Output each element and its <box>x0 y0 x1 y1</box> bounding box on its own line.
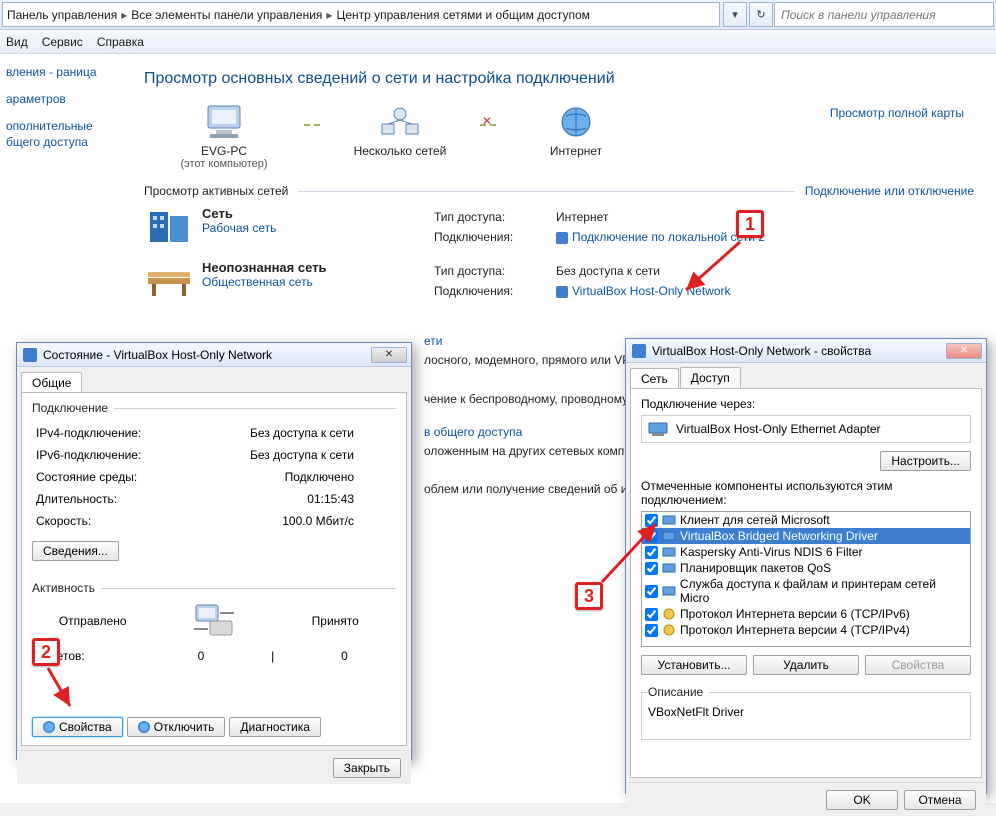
search-input[interactable]: Поиск в панели управления <box>774 2 994 27</box>
networks-icon <box>376 102 424 142</box>
component-item[interactable]: Протокол Интернета версии 4 (TCP/IPv4) <box>642 622 970 638</box>
arrow-icon <box>42 666 82 714</box>
callout-2: 2 <box>32 638 60 666</box>
component-item[interactable]: Протокол Интернета версии 6 (TCP/IPv6) <box>642 606 970 622</box>
close-button[interactable]: Закрыть <box>333 758 401 778</box>
map-multi-networks[interactable]: Несколько сетей <box>320 102 480 158</box>
close-icon[interactable]: ✕ <box>371 347 407 363</box>
nic-icon <box>556 232 568 244</box>
close-icon[interactable]: ✕ <box>946 343 982 359</box>
globe-icon <box>552 102 600 142</box>
protocol-icon <box>662 607 676 621</box>
view-full-map-link[interactable]: Просмотр полной карты <box>830 106 964 120</box>
breadcrumb-item[interactable]: Все элементы панели управления <box>131 8 322 22</box>
cancel-button[interactable]: Отмена <box>904 790 976 810</box>
callout-1: 1 <box>736 210 764 238</box>
activity-icon <box>192 603 236 639</box>
component-item[interactable]: Kaspersky Anti-Virus NDIS 6 Filter <box>642 544 970 560</box>
network-item-unidentified: Неопознанная сеть Общественная сеть Тип … <box>144 260 974 302</box>
component-label: Служба доступа к файлам и принтерам сете… <box>680 577 967 605</box>
details-button[interactable]: Сведения... <box>32 541 119 561</box>
address-bar: Панель управления ▸ Все элементы панели … <box>0 0 996 30</box>
bench-icon <box>144 260 194 302</box>
chevron-right-icon: ▸ <box>121 8 127 22</box>
properties-dialog: VirtualBox Host-Only Network - свойства … <box>625 338 987 794</box>
sidebar-link-home[interactable]: вления - раница <box>6 64 124 81</box>
components-label: Отмеченные компоненты используются этим … <box>641 479 971 507</box>
menu-tools[interactable]: Сервис <box>42 35 83 49</box>
components-list[interactable]: Клиент для сетей Microsoft VirtualBox Bri… <box>641 511 971 647</box>
ok-button[interactable]: OK <box>826 790 898 810</box>
component-item[interactable]: Клиент для сетей Microsoft <box>642 512 970 528</box>
refresh-button[interactable]: ↻ <box>749 2 773 27</box>
tab-general[interactable]: Общие <box>21 372 82 393</box>
protocol-icon <box>662 623 676 637</box>
disable-button[interactable]: Отключить <box>127 717 226 737</box>
breadcrumb-item[interactable]: Центр управления сетями и общим доступом <box>336 8 590 22</box>
adapter-icon <box>648 420 668 438</box>
group-connection: Подключение IPv4-подключение:Без доступа… <box>32 401 396 569</box>
component-label: Протокол Интернета версии 6 (TCP/IPv6) <box>680 607 910 621</box>
arrow-icon <box>600 518 666 588</box>
properties-button[interactable]: Свойства <box>32 717 123 737</box>
adapter-box: VirtualBox Host-Only Ethernet Adapter <box>641 415 971 443</box>
nic-icon <box>632 344 646 358</box>
network-map: EVG-PC (этот компьютер) Несколько сетей … <box>144 102 974 170</box>
history-dropdown[interactable]: ▾ <box>723 2 747 27</box>
sidebar-link-advanced[interactable]: ополнительные бщего доступа <box>6 118 124 152</box>
component-label: Клиент для сетей Microsoft <box>680 513 830 527</box>
network-type-link[interactable]: Рабочая сеть <box>202 221 432 235</box>
packets-sent: 0 <box>154 649 249 663</box>
description-group: Описание VBoxNetFlt Driver <box>641 685 971 740</box>
component-label: Протокол Интернета версии 4 (TCP/IPv4) <box>680 623 910 637</box>
menu-view[interactable]: Вид <box>6 35 28 49</box>
component-checkbox[interactable] <box>645 608 658 621</box>
title-text: VirtualBox Host-Only Network - свойства <box>652 344 871 358</box>
component-item[interactable]: Планировщик пакетов QoS <box>642 560 970 576</box>
tab-access[interactable]: Доступ <box>680 367 741 388</box>
titlebar[interactable]: Состояние - VirtualBox Host-Only Network… <box>17 343 411 367</box>
connect-link[interactable]: Подключение или отключение <box>805 184 974 198</box>
item-properties-button[interactable]: Свойства <box>865 655 971 675</box>
component-item[interactable]: VirtualBox Bridged Networking Driver <box>642 528 970 544</box>
component-label: Kaspersky Anti-Virus NDIS 6 Filter <box>680 545 863 559</box>
network-type-link[interactable]: Общественная сеть <box>202 275 432 289</box>
sidebar-link-params[interactable]: араметров <box>6 91 124 108</box>
component-label: VirtualBox Bridged Networking Driver <box>680 529 878 543</box>
active-networks-header: Просмотр активных сетей Подключение или … <box>144 184 974 198</box>
computer-icon <box>200 102 248 142</box>
network-name: Сеть <box>202 206 233 221</box>
map-internet[interactable]: Интернет <box>496 102 656 158</box>
map-pc[interactable]: EVG-PC (этот компьютер) <box>144 102 304 170</box>
arrow-icon <box>680 238 750 298</box>
nic-icon <box>23 348 37 362</box>
packets-recv: 0 <box>297 649 392 663</box>
breadcrumb-item[interactable]: Панель управления <box>7 8 117 22</box>
network-name: Неопознанная сеть <box>202 260 327 275</box>
nic-icon <box>556 286 568 298</box>
network-item-work: Сеть Рабочая сеть Тип доступа:Интернет П… <box>144 206 974 248</box>
title-text: Состояние - VirtualBox Host-Only Network <box>43 348 272 362</box>
network-icon <box>144 206 194 248</box>
configure-button[interactable]: Настроить... <box>880 451 971 471</box>
install-button[interactable]: Установить... <box>641 655 747 675</box>
titlebar[interactable]: VirtualBox Host-Only Network - свойства … <box>626 339 986 363</box>
description-text: VBoxNetFlt Driver <box>648 705 964 733</box>
component-label: Планировщик пакетов QoS <box>680 561 831 575</box>
breadcrumb[interactable]: Панель управления ▸ Все элементы панели … <box>2 2 720 27</box>
chevron-right-icon: ▸ <box>326 8 332 22</box>
connect-via-label: Подключение через: <box>641 397 971 411</box>
group-activity: Активность Отправлено Принято <box>32 581 396 675</box>
page-title: Просмотр основных сведений о сети и наст… <box>144 70 974 88</box>
component-checkbox[interactable] <box>645 624 658 637</box>
menu-bar: Вид Сервис Справка <box>0 30 996 54</box>
callout-3: 3 <box>575 582 603 610</box>
component-item[interactable]: Служба доступа к файлам и принтерам сете… <box>642 576 970 606</box>
tab-network[interactable]: Сеть <box>630 368 679 389</box>
remove-button[interactable]: Удалить <box>753 655 859 675</box>
menu-help[interactable]: Справка <box>97 35 144 49</box>
diagnostics-button[interactable]: Диагностика <box>229 717 321 737</box>
